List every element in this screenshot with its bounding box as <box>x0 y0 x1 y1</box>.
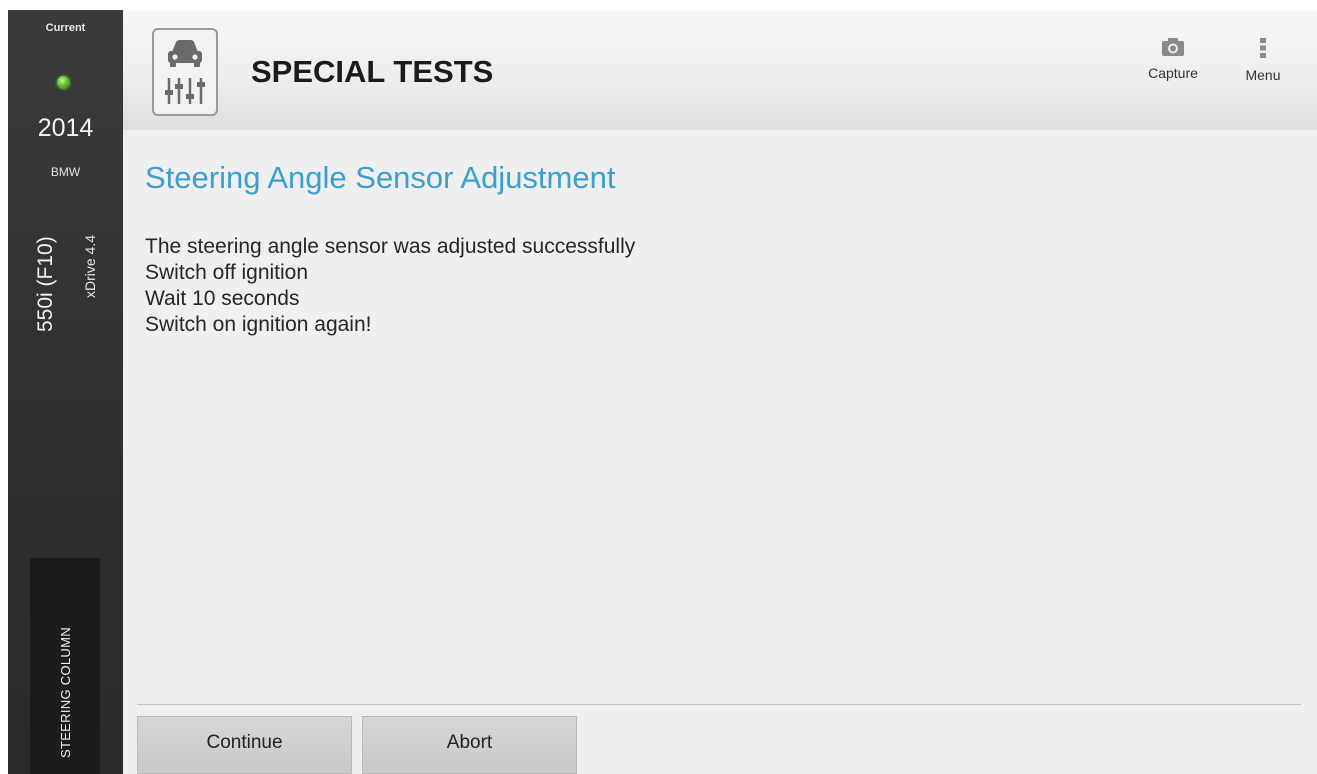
message-list: The steering angle sensor was adjusted s… <box>145 234 635 338</box>
system-tab[interactable]: STEERING COLUMN <box>30 558 100 774</box>
menu-button[interactable]: Menu <box>1235 38 1291 83</box>
message-line: The steering angle sensor was adjusted s… <box>145 235 636 258</box>
vehicle-model: 550i (F10) <box>34 236 57 332</box>
vertical-dots-icon <box>1260 38 1266 58</box>
capture-button[interactable]: Capture <box>1138 38 1208 81</box>
capture-label: Capture <box>1148 65 1198 81</box>
content-panel: Steering Angle Sensor Adjustment The ste… <box>123 130 1317 774</box>
message-line: Switch off ignition <box>145 261 309 284</box>
test-title: Steering Angle Sensor Adjustment <box>145 160 616 195</box>
continue-button[interactable]: Continue <box>137 716 352 774</box>
message-line: Switch on ignition again! <box>145 313 372 336</box>
vehicle-make: BMW <box>50 165 81 179</box>
vehicle-year: 2014 <box>37 114 94 142</box>
car-adjust-icon <box>152 28 218 116</box>
camera-icon <box>1162 38 1184 56</box>
header-bar: SPECIAL TESTS Capture Menu <box>123 10 1317 130</box>
abort-button[interactable]: Abort <box>362 716 577 774</box>
message-line: Wait 10 seconds <box>145 287 300 310</box>
divider <box>137 704 1301 705</box>
status-led-icon <box>57 76 70 89</box>
vehicle-drive: xDrive 4.4 <box>82 234 98 298</box>
menu-label: Menu <box>1245 67 1281 83</box>
vehicle-sidebar: Current 2014 BMW 550i (F10) xDrive 4.4 S… <box>8 10 123 774</box>
page-title: SPECIAL TESTS <box>251 54 494 89</box>
system-label: STEERING COLUMN <box>58 627 73 758</box>
current-label: Current <box>45 22 86 34</box>
